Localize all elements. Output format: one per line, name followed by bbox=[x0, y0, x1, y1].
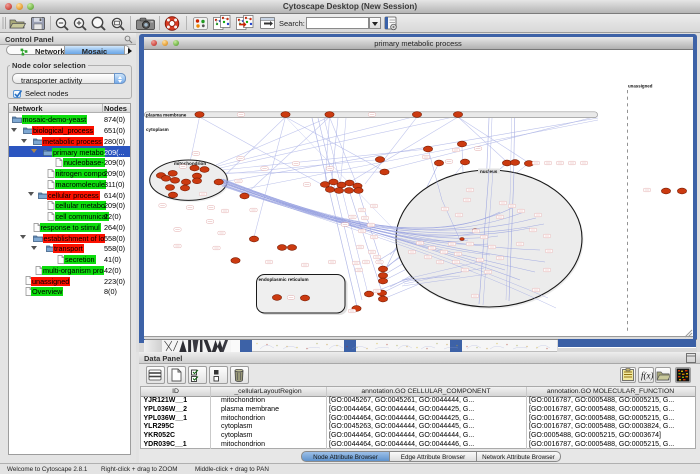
svg-text:plasma membrane: plasma membrane bbox=[146, 113, 187, 118]
svg-text:unassigned: unassigned bbox=[628, 84, 653, 89]
svg-text:mitochondrion: mitochondrion bbox=[174, 161, 206, 166]
svg-text:endoplasmic reticulum: endoplasmic reticulum bbox=[259, 277, 309, 282]
svg-text:f(x): f(x) bbox=[641, 371, 653, 381]
svg-text:cytoplasm: cytoplasm bbox=[146, 127, 169, 132]
